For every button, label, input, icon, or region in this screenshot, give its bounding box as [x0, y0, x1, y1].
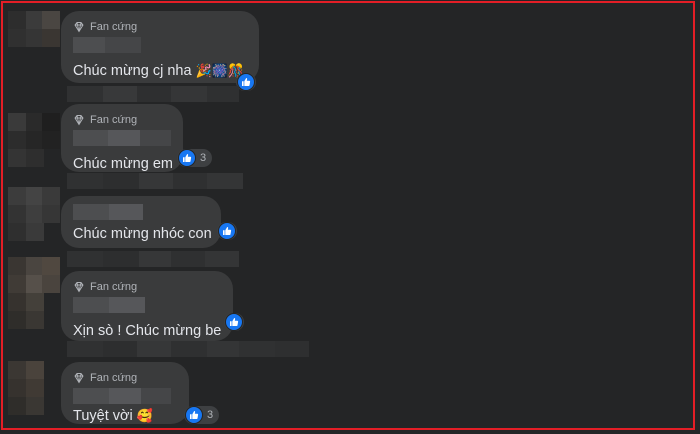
diamond-icon: [74, 115, 84, 126]
like-icon: [225, 313, 243, 331]
reaction-summary[interactable]: [224, 313, 244, 331]
party-popper-emoji: 🎉: [195, 63, 212, 78]
comment-text: Chúc mừng nhóc con: [73, 226, 212, 242]
comment-bubble[interactable]: Fan cứng Xịn sò ! Chúc mừng be: [61, 271, 233, 341]
fireworks-emoji: 🎆: [211, 63, 228, 78]
reaction-summary[interactable]: 3: [184, 406, 220, 424]
author-name[interactable]: [73, 204, 209, 220]
comment-text: Tuyệt vời 🥰: [73, 408, 153, 424]
comment-actions[interactable]: [67, 173, 243, 189]
diamond-icon: [74, 22, 84, 33]
like-icon: [185, 406, 203, 424]
comment-text: Chúc mừng cj nha 🎉🎆🎊: [73, 63, 245, 79]
author-name[interactable]: [73, 297, 221, 313]
comment-actions[interactable]: [67, 86, 239, 102]
reaction-count: 3: [207, 409, 214, 421]
reaction-count: 3: [200, 152, 207, 164]
badge-label: Fan cứng: [90, 114, 138, 126]
comment-bubble[interactable]: Fan cứng Chúc mừng em: [61, 104, 183, 172]
comment-text: Chúc mừng em: [73, 156, 173, 172]
like-icon: [178, 149, 196, 167]
comment-text: Xịn sò ! Chúc mừng be: [73, 323, 222, 339]
badge-label: Fan cứng: [90, 281, 138, 293]
fan-badge: Fan cứng: [73, 19, 247, 35]
avatar[interactable]: [8, 11, 60, 55]
comment-actions[interactable]: [67, 251, 239, 267]
author-name[interactable]: [73, 130, 172, 146]
author-name[interactable]: [73, 37, 247, 53]
comment-actions[interactable]: [67, 341, 309, 357]
comment-bubble[interactable]: Fan cứng Chúc mừng cj nha 🎉🎆🎊: [61, 11, 259, 83]
avatar[interactable]: [8, 187, 60, 243]
avatar[interactable]: [8, 113, 60, 167]
badge-label: Fan cứng: [90, 21, 138, 33]
comment-bubble[interactable]: Chúc mừng nhóc con: [61, 196, 221, 248]
avatar[interactable]: [8, 257, 60, 329]
like-icon: [218, 222, 236, 240]
smiling-hearts-emoji: 🥰: [136, 408, 153, 423]
avatar[interactable]: [8, 361, 60, 415]
comment-bubble[interactable]: Fan cứng Tuyệt vời 🥰: [61, 362, 189, 424]
reaction-summary[interactable]: [236, 73, 256, 91]
author-name[interactable]: [73, 388, 177, 404]
badge-label: Fan cứng: [90, 372, 138, 384]
reaction-summary[interactable]: 3: [177, 149, 213, 167]
reaction-summary[interactable]: [217, 222, 237, 240]
diamond-icon: [74, 282, 84, 293]
fan-badge: Fan cứng: [73, 370, 177, 386]
diamond-icon: [74, 373, 84, 384]
fan-badge: Fan cứng: [73, 112, 171, 128]
comments-panel: Fan cứng Chúc mừng cj nha 🎉🎆🎊 Fan cứng C…: [3, 3, 693, 428]
like-icon: [237, 73, 255, 91]
fan-badge: Fan cứng: [73, 279, 221, 295]
